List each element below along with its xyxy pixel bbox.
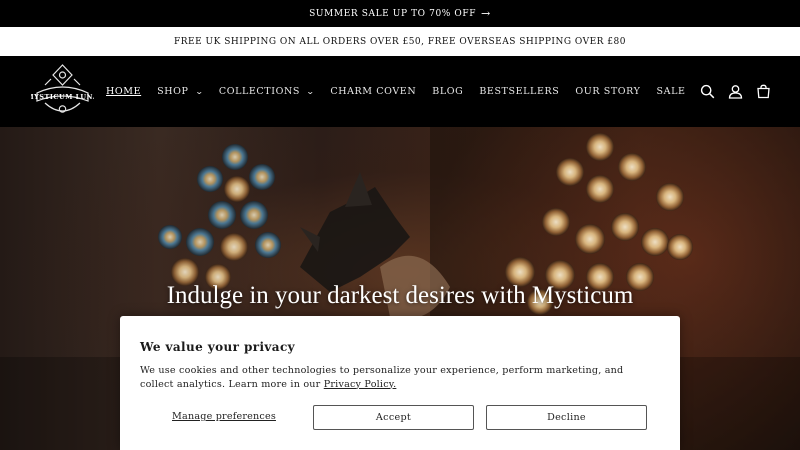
shipping-notice-bar: FREE UK SHIPPING ON ALL ORDERS OVER £50,… <box>0 27 800 56</box>
site-logo[interactable]: MYSTICUM LUNA <box>26 61 98 121</box>
header-icons <box>688 56 772 127</box>
cookie-consent-banner: We value your privacy We use cookies and… <box>120 316 680 450</box>
account-icon[interactable] <box>726 83 744 101</box>
privacy-policy-link[interactable]: Privacy Policy. <box>324 379 397 390</box>
nav-item-label: CHARM COVEN <box>330 86 417 97</box>
logo-emblem-icon: MYSTICUM LUNA <box>26 64 98 113</box>
cookie-banner-title: We value your privacy <box>140 340 296 354</box>
nav-item-blog[interactable]: BLOG <box>432 86 463 97</box>
nav-item-label: SHOP <box>157 86 189 97</box>
announcement-text[interactable]: SUMMER SALE UP TO 70% OFF <box>309 9 476 19</box>
shipping-notice-text: FREE UK SHIPPING ON ALL ORDERS OVER £50,… <box>174 36 626 47</box>
nav-item-label: HOME <box>106 86 142 97</box>
nav-item-home[interactable]: HOME <box>106 86 141 97</box>
search-icon[interactable] <box>698 83 716 101</box>
nav-item-our-story[interactable]: OUR STORY <box>575 86 640 97</box>
site-header: MYSTICUM LUNA HOME SHOP ⌄ COLLECTIONS ⌄ … <box>0 56 800 127</box>
nav-item-label: BLOG <box>432 86 464 97</box>
nav-item-collections[interactable]: COLLECTIONS ⌄ <box>219 86 315 97</box>
chevron-down-icon: ⌄ <box>305 87 316 96</box>
cart-icon[interactable] <box>754 83 772 101</box>
nav-item-label: BESTSELLERS <box>479 86 560 97</box>
nav-item-shop[interactable]: SHOP ⌄ <box>157 86 203 97</box>
nav-item-bestsellers[interactable]: BESTSELLERS <box>479 86 559 97</box>
accept-button[interactable]: Accept <box>313 405 474 430</box>
cookie-banner-text: We use cookies and other technologies to… <box>140 364 660 391</box>
nav-item-sale[interactable]: SALE <box>657 86 686 97</box>
main-nav: HOME SHOP ⌄ COLLECTIONS ⌄ CHARM COVEN BL… <box>106 56 702 127</box>
logo-text: MYSTICUM LUNA <box>31 93 94 101</box>
hero-title: Indulge in your darkest desires with Mys… <box>166 282 634 309</box>
arrow-right-icon: → <box>481 7 491 20</box>
nav-item-label: COLLECTIONS <box>218 86 301 97</box>
manage-preferences-link[interactable]: Manage preferences <box>172 411 276 422</box>
nav-item-label: OUR STORY <box>575 86 641 97</box>
nav-item-label: SALE <box>656 86 686 97</box>
announcement-bar[interactable]: SUMMER SALE UP TO 70% OFF → <box>0 0 800 27</box>
nav-item-charm-coven[interactable]: CHARM COVEN <box>330 86 416 97</box>
decline-button[interactable]: Decline <box>486 405 647 430</box>
chevron-down-icon: ⌄ <box>194 87 204 96</box>
